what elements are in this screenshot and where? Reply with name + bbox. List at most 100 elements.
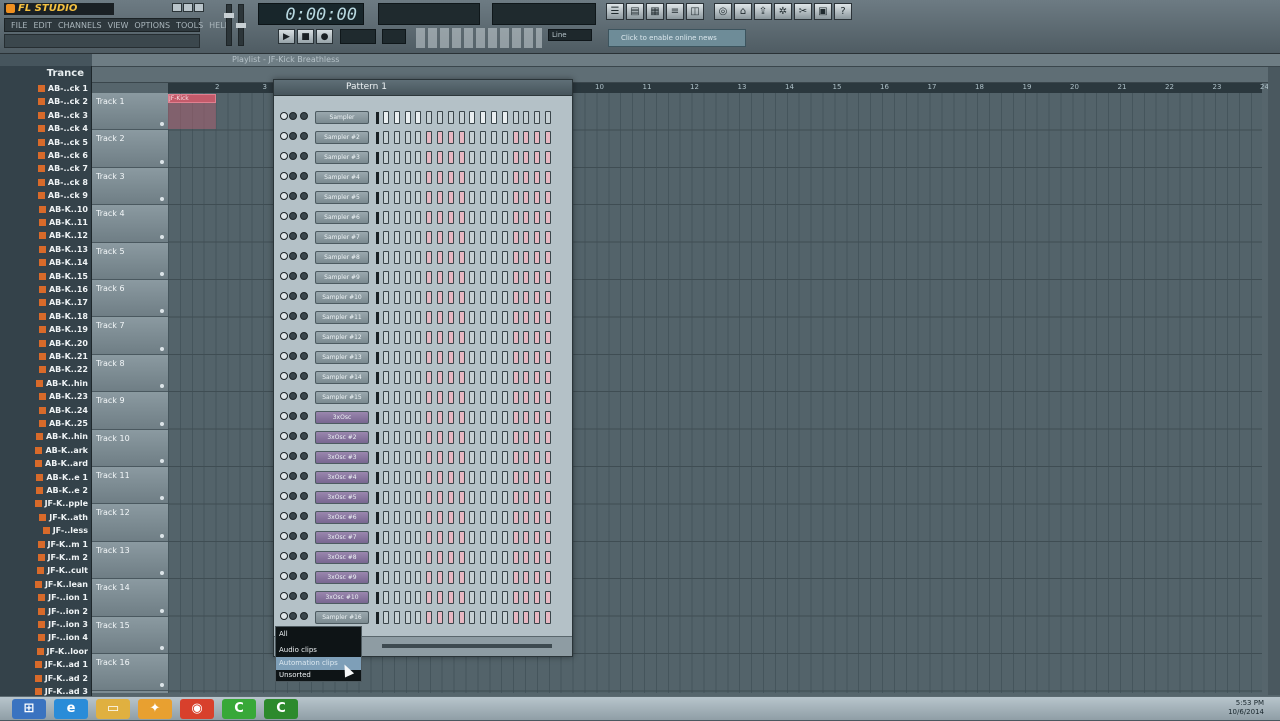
step-button[interactable] (512, 151, 519, 164)
channel-select-led[interactable] (376, 432, 379, 444)
browser-item[interactable]: AB-K..24 (0, 404, 92, 417)
tray-clock[interactable]: 5:53 PM 10/6/2014 (1228, 699, 1264, 717)
browser-folder-title[interactable]: Trance (0, 67, 92, 81)
step-button[interactable] (383, 571, 389, 584)
step-button[interactable] (501, 131, 508, 144)
step-button[interactable] (447, 531, 454, 544)
step-button[interactable] (383, 391, 389, 404)
browser-item[interactable]: AB-..ck 2 (0, 95, 92, 108)
step-button[interactable] (437, 171, 443, 184)
channel-mute-icon[interactable] (280, 412, 288, 420)
step-button[interactable] (491, 171, 497, 184)
step-button[interactable] (447, 291, 454, 304)
step-button[interactable] (491, 511, 497, 524)
wizard-icon[interactable]: ✲ (774, 3, 792, 20)
record-button[interactable]: ● (316, 29, 333, 44)
step-button[interactable] (415, 251, 422, 264)
step-button[interactable] (437, 551, 443, 564)
channel-volume-knob-icon[interactable] (300, 172, 308, 180)
step-button[interactable] (437, 291, 443, 304)
step-button[interactable] (437, 151, 443, 164)
menu-edit[interactable]: EDIT (33, 21, 51, 30)
step-button[interactable] (523, 551, 530, 564)
filter-audio-clips[interactable]: Audio clips (276, 644, 361, 657)
channel-select-led[interactable] (376, 412, 379, 424)
step-button[interactable] (426, 291, 433, 304)
channel-select-led[interactable] (376, 332, 379, 344)
step-button[interactable] (512, 191, 519, 204)
step-button[interactable] (534, 311, 541, 324)
maximize-icon[interactable] (183, 3, 193, 12)
step-button[interactable] (458, 271, 465, 284)
step-button[interactable] (415, 391, 422, 404)
channel-name-button[interactable]: 3xOsc #5 (315, 491, 369, 504)
channel-name-button[interactable]: 3xOsc #7 (315, 531, 369, 544)
step-button[interactable] (534, 591, 541, 604)
step-button[interactable] (469, 411, 476, 424)
step-button[interactable] (437, 511, 443, 524)
step-button[interactable] (480, 151, 487, 164)
channel-mute-icon[interactable] (280, 172, 288, 180)
step-button[interactable] (545, 371, 551, 384)
channel-mute-icon[interactable] (280, 512, 288, 520)
step-button[interactable] (545, 531, 551, 544)
recording-options[interactable] (416, 28, 542, 48)
step-button[interactable] (501, 231, 508, 244)
step-button[interactable] (393, 131, 400, 144)
step-button[interactable] (491, 551, 497, 564)
channel-mute-icon[interactable] (280, 112, 288, 120)
stats-icon[interactable]: ▣ (814, 3, 832, 20)
step-button[interactable] (437, 111, 443, 124)
step-button[interactable] (469, 231, 476, 244)
tempo-display[interactable] (340, 29, 376, 44)
step-button[interactable] (404, 351, 411, 364)
step-button[interactable] (426, 471, 433, 484)
internet-explorer-icon[interactable]: e (54, 699, 88, 719)
step-button[interactable] (447, 551, 454, 564)
step-button[interactable] (404, 131, 411, 144)
track-header[interactable]: Track 1 (92, 93, 168, 131)
step-button[interactable] (534, 571, 541, 584)
step-button[interactable] (534, 471, 541, 484)
step-button[interactable] (491, 151, 497, 164)
step-button[interactable] (534, 231, 541, 244)
channel-mute-icon[interactable] (280, 372, 288, 380)
channel-name-button[interactable]: Sampler #16 (315, 611, 369, 624)
channel-volume-knob-icon[interactable] (300, 432, 308, 440)
step-button[interactable] (512, 591, 519, 604)
channel-volume-knob-icon[interactable] (300, 612, 308, 620)
track-mute-dot[interactable] (160, 309, 164, 314)
step-button[interactable] (501, 111, 508, 124)
step-button[interactable] (501, 531, 508, 544)
step-button[interactable] (404, 231, 411, 244)
browser-item[interactable]: AB-K..12 (0, 229, 92, 242)
step-button[interactable] (415, 411, 422, 424)
step-button[interactable] (480, 131, 487, 144)
step-button[interactable] (545, 271, 551, 284)
browser-item[interactable]: AB-..ck 6 (0, 149, 92, 162)
step-button[interactable] (545, 571, 551, 584)
step-button[interactable] (469, 311, 476, 324)
channel-name-button[interactable]: Sampler #9 (315, 271, 369, 284)
step-button[interactable] (447, 111, 454, 124)
channel-mute-icon[interactable] (280, 252, 288, 260)
step-button[interactable] (458, 551, 465, 564)
channel-mute-icon[interactable] (280, 272, 288, 280)
step-button[interactable] (501, 471, 508, 484)
channel-pan-knob-icon[interactable] (289, 252, 297, 260)
channel-volume-knob-icon[interactable] (300, 412, 308, 420)
step-button[interactable] (415, 491, 422, 504)
step-button[interactable] (404, 171, 411, 184)
playlist-icon[interactable]: ☰ (606, 3, 624, 20)
browser-item[interactable]: AB-K..15 (0, 270, 92, 283)
step-button[interactable] (523, 331, 530, 344)
track-header[interactable]: Track 13 (92, 541, 168, 580)
step-button[interactable] (512, 371, 519, 384)
step-button[interactable] (393, 471, 400, 484)
step-button[interactable] (512, 471, 519, 484)
step-button[interactable] (501, 511, 508, 524)
step-button[interactable] (534, 511, 541, 524)
track-header[interactable]: Track 9 (92, 392, 168, 430)
channel-mute-icon[interactable] (280, 572, 288, 580)
step-button[interactable] (534, 111, 541, 124)
